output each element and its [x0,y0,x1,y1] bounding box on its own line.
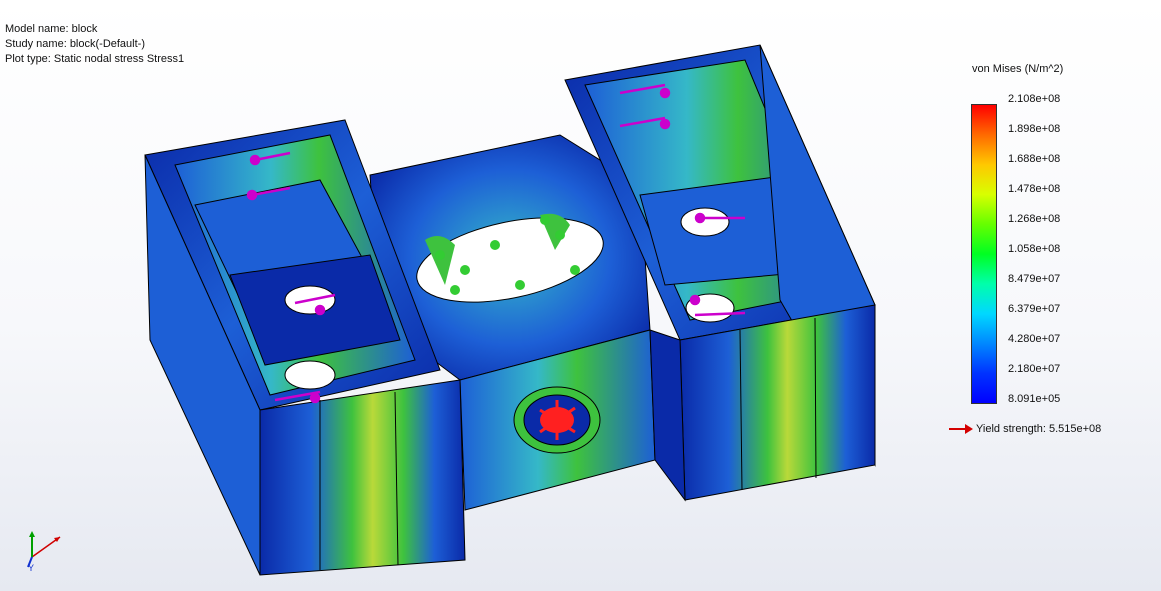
colorbar-tick-label: 6.379e+07 [1008,303,1061,315]
colorbar-tick-label: 2.108e+08 [1008,93,1061,105]
colorbar-tick-label: 1.268e+08 [1008,213,1061,225]
colorbar-tick-label: 8.479e+07 [1008,273,1061,285]
yield-strength-label: Yield strength: 5.515e+08 [976,423,1102,435]
colorbar-tick-label: 1.478e+08 [1008,183,1061,195]
legend-title: von Mises (N/m^2) [972,63,1064,75]
right-hole-top [680,207,730,237]
colorbar-tick-label: 4.280e+07 [1008,333,1061,345]
colorbar-tick-label: 2.180e+07 [1008,363,1061,375]
colorbar-tick-label: 8.091e+05 [1008,393,1061,405]
triad-y-label: Y [28,563,34,573]
yield-strength: Yield strength: 5.515e+08 [949,423,1101,435]
left-hole-bottom [284,360,336,390]
axis-triad-icon: Y [27,531,61,573]
colorbar-tick-label: 1.058e+08 [1008,243,1061,255]
colorbar-tick-label: 1.688e+08 [1008,153,1061,165]
yield-arrow-icon [949,424,973,434]
colorbar-tick-label: 1.898e+08 [1008,123,1061,135]
colorbar [971,104,997,404]
